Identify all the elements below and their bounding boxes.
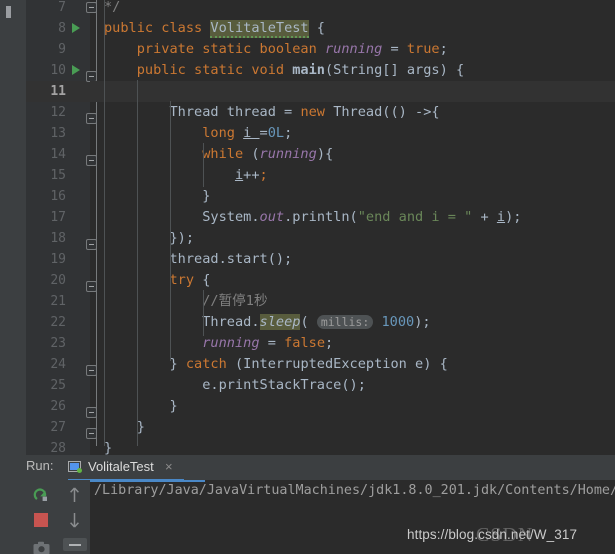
gutter-line[interactable]: 18 <box>26 228 90 249</box>
run-gutter-icon[interactable] <box>72 65 80 75</box>
code-line[interactable]: i++; <box>90 165 615 186</box>
gutter-line[interactable]: 24 <box>26 354 90 375</box>
line-number: 18 <box>50 231 66 246</box>
code-line[interactable]: */ <box>90 0 615 18</box>
scroll-up-icon[interactable] <box>68 486 81 504</box>
ide-window: 7 8 9 10 11 12 13 14 15 16 17 18 19 20 21 22 23 24 25 26 27 2… <box>0 0 615 554</box>
close-icon[interactable]: × <box>165 459 173 474</box>
gutter-line[interactable]: 14 <box>26 144 90 165</box>
code-line[interactable]: while (running){ <box>90 144 615 165</box>
line-number: 13 <box>50 126 66 141</box>
line-number: 7 <box>58 0 66 15</box>
code-line[interactable]: private static boolean running = true; <box>90 39 615 60</box>
code-line[interactable]: } <box>90 186 615 207</box>
line-number: 21 <box>50 294 66 309</box>
code-line[interactable]: }); <box>90 228 615 249</box>
line-number: 20 <box>50 273 66 288</box>
indent-guide <box>170 275 171 361</box>
gutter-line[interactable]: 23 <box>26 333 90 354</box>
line-number: 23 <box>50 336 66 351</box>
collapse-all-icon[interactable] <box>63 538 87 551</box>
indent-guide <box>104 0 105 446</box>
run-panel-header: Run: VolitaleTest × <box>0 455 615 481</box>
stop-icon[interactable] <box>34 513 48 527</box>
line-number: 16 <box>50 189 66 204</box>
line-number: 15 <box>50 168 66 183</box>
console-top-accent <box>90 480 205 482</box>
line-number: 28 <box>50 441 66 455</box>
run-tab-label: VolitaleTest <box>88 459 154 474</box>
code-line[interactable]: thread.start(); <box>90 249 615 270</box>
code-line[interactable]: try { <box>90 270 615 291</box>
code-line[interactable]: //暂停1秒 <box>90 291 615 312</box>
gutter-line[interactable]: 11 <box>26 81 90 102</box>
gutter-line[interactable]: 22 <box>26 312 90 333</box>
editor-code-area[interactable]: */public class VolitaleTest { private st… <box>90 0 615 455</box>
gutter-line[interactable]: 9 <box>26 39 90 60</box>
line-number: 10 <box>50 63 66 78</box>
code-line[interactable]: e.printStackTrace(); <box>90 375 615 396</box>
left-tool-rail <box>0 0 26 455</box>
indent-guide <box>203 290 204 336</box>
line-number: 8 <box>58 21 66 36</box>
gutter-line[interactable]: 20 <box>26 270 90 291</box>
line-number: 25 <box>50 378 66 393</box>
code-line[interactable]: System.out.println("end and i = " + i); <box>90 207 615 228</box>
line-number: 17 <box>50 210 66 225</box>
code-line[interactable]: Thread thread = new Thread(() ->{ <box>90 102 615 123</box>
gutter-line[interactable]: 7 <box>26 0 90 18</box>
code-line[interactable]: running = false; <box>90 333 615 354</box>
line-number: 14 <box>50 147 66 162</box>
gutter-line[interactable]: 26 <box>26 396 90 417</box>
line-number: 26 <box>50 399 66 414</box>
run-gutter-icon[interactable] <box>72 23 80 33</box>
line-number: 24 <box>50 357 66 372</box>
code-line[interactable]: long i =0L; <box>90 123 615 144</box>
run-toolbar-left <box>26 480 59 554</box>
editor-gutter[interactable]: 7 8 9 10 11 12 13 14 15 16 17 18 19 20 21 22 23 24 25 26 27 2… <box>26 0 97 455</box>
line-number: 9 <box>58 42 66 57</box>
code-line[interactable]: } catch (InterruptedException e) { <box>90 354 615 375</box>
gutter-line[interactable]: 21 <box>26 291 90 312</box>
gutter-line[interactable]: 27 <box>26 417 90 438</box>
gutter-line[interactable]: 25 <box>26 375 90 396</box>
code-line[interactable]: } <box>90 438 615 455</box>
code-line[interactable]: } <box>90 417 615 438</box>
line-number: 27 <box>50 420 66 435</box>
gutter-line[interactable]: 17 <box>26 207 90 228</box>
watermark-ghost: CSDN <box>476 524 534 546</box>
line-number: 12 <box>50 105 66 120</box>
gutter-line[interactable]: 10 <box>26 60 90 81</box>
gutter-line[interactable]: 13 <box>26 123 90 144</box>
scroll-down-icon[interactable] <box>68 511 81 529</box>
line-number: 22 <box>50 315 66 330</box>
rail-handle-icon[interactable] <box>6 6 20 18</box>
code-editor[interactable]: 7 8 9 10 11 12 13 14 15 16 17 18 19 20 21 22 23 24 25 26 27 2… <box>26 0 615 455</box>
code-line[interactable]: Thread.sleep( millis: 1000); <box>90 312 615 333</box>
indent-guide <box>203 143 204 187</box>
gutter-line[interactable]: 8 <box>26 18 90 39</box>
running-indicator-icon <box>77 468 82 473</box>
line-number: 19 <box>50 252 66 267</box>
gutter-line[interactable]: 19 <box>26 249 90 270</box>
gutter-line[interactable]: 12 <box>26 102 90 123</box>
camera-icon[interactable] <box>33 540 50 554</box>
gutter-line[interactable]: 28 <box>26 438 90 455</box>
line-number: 11 <box>50 84 66 99</box>
code-line[interactable]: public static void main(String[] args) { <box>90 60 615 81</box>
run-toolbar-secondary <box>58 480 90 554</box>
console-output-text: /Library/Java/JavaVirtualMachines/jdk1.8… <box>94 483 615 498</box>
console-output-area[interactable]: /Library/Java/JavaVirtualMachines/jdk1.8… <box>90 480 615 554</box>
run-label: Run: <box>26 458 54 473</box>
code-line[interactable]: } <box>90 396 615 417</box>
rerun-icon[interactable] <box>33 487 50 504</box>
gutter-line[interactable]: 16 <box>26 186 90 207</box>
gutter-line[interactable]: 15 <box>26 165 90 186</box>
code-line[interactable]: public class VolitaleTest { <box>90 18 615 39</box>
code-line[interactable] <box>90 81 615 102</box>
indent-guide <box>137 80 138 446</box>
